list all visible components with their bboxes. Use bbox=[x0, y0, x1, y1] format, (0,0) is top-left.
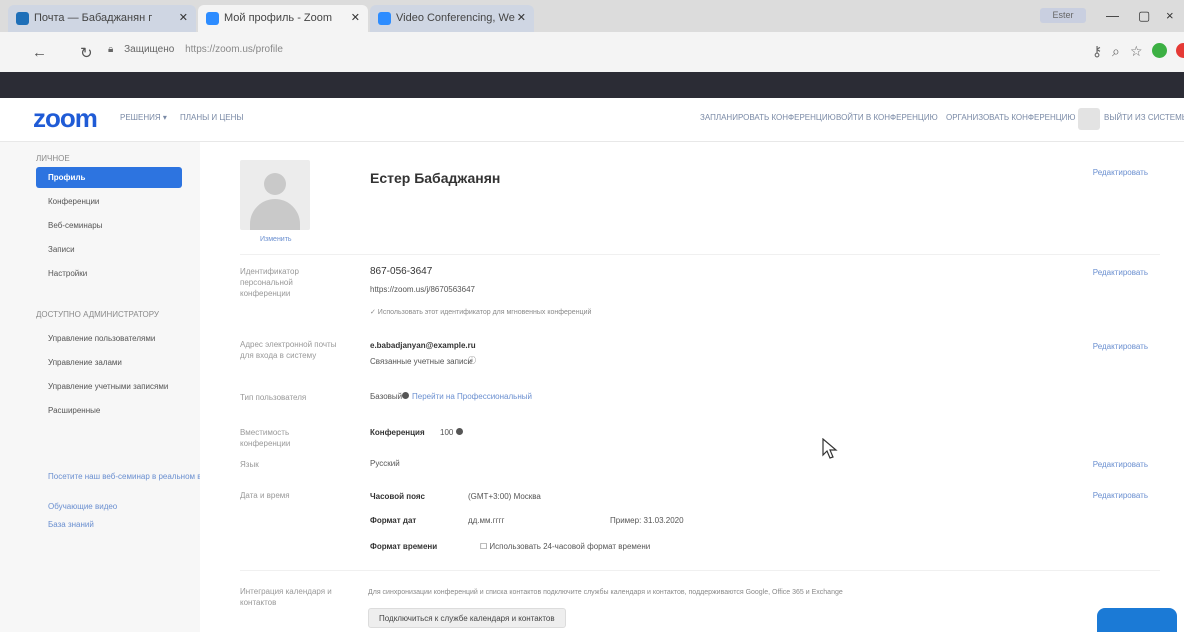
capacity-value: 100 bbox=[440, 428, 454, 437]
user-type-value: Базовый bbox=[370, 392, 403, 401]
date-format-label: Формат дат bbox=[370, 516, 417, 525]
pmi-url: https://zoom.us/j/8670563647 bbox=[370, 285, 475, 294]
nav-host-meeting[interactable]: ОРГАНИЗОВАТЬ КОНФЕРЕНЦИЮ ▾ bbox=[946, 113, 1082, 122]
profile-photo[interactable] bbox=[240, 160, 310, 230]
edit-pmi-link[interactable]: Редактировать bbox=[1093, 268, 1148, 277]
browser-tab-profile[interactable]: Мой профиль - Zoom ✕ bbox=[198, 5, 368, 32]
timezone-value: (GMT+3:00) Москва bbox=[468, 492, 541, 501]
divider bbox=[240, 570, 1160, 571]
timezone-label: Часовой пояс bbox=[370, 492, 425, 501]
close-tab-icon[interactable]: ✕ bbox=[179, 5, 188, 32]
pmi-value: 867-056-3647 bbox=[370, 266, 433, 277]
tab-title: Почта — Бабаджанян г bbox=[34, 12, 153, 24]
sidebar-item-advanced[interactable]: Расширенные bbox=[36, 400, 182, 421]
info-icon[interactable]: ⓘ bbox=[468, 355, 476, 366]
sidebar-section-personal: ЛИЧНОЕ bbox=[36, 154, 70, 163]
sidebar-item-meetings[interactable]: Конференции bbox=[36, 191, 182, 212]
nav-plans[interactable]: ПЛАНЫ И ЦЕНЫ bbox=[180, 113, 244, 122]
secure-label: Защищено bbox=[124, 44, 175, 55]
sidebar-link-knowledge-base[interactable]: База знаний bbox=[48, 520, 94, 529]
minimize-icon[interactable]: — bbox=[1106, 8, 1119, 23]
language-label: Язык bbox=[240, 460, 259, 469]
zoom-logo[interactable]: zoom bbox=[33, 103, 98, 134]
avatar-head-shape bbox=[264, 173, 286, 195]
sidebar-section-admin: ДОСТУПНО АДМИНИСТРАТОРУ bbox=[36, 310, 159, 319]
help-icon[interactable] bbox=[456, 428, 463, 435]
help-icon[interactable] bbox=[402, 392, 409, 399]
nav-join-meeting[interactable]: ВОЙТИ В КОНФЕРЕНЦИЮ bbox=[836, 113, 938, 122]
edit-name-link[interactable]: Редактировать bbox=[1093, 168, 1148, 177]
date-format-value: дд.мм.гггг bbox=[468, 516, 505, 525]
connect-calendar-button[interactable]: Подключиться к службе календаря и контак… bbox=[368, 608, 566, 628]
language-value: Русский bbox=[370, 459, 400, 468]
email-value: e.babadjanyan@example.ru bbox=[370, 341, 476, 350]
sidebar-item-room-management[interactable]: Управление залами bbox=[36, 352, 182, 373]
overlay-badge bbox=[1097, 608, 1177, 632]
url-text: https://zoom.us/profile bbox=[185, 44, 283, 55]
nav-schedule-meeting[interactable]: ЗАПЛАНИРОВАТЬ КОНФЕРЕНЦИЮ bbox=[700, 113, 836, 122]
time-format-label: Формат времени bbox=[370, 542, 438, 551]
divider bbox=[240, 254, 1160, 255]
extension-icon[interactable] bbox=[1152, 43, 1167, 58]
sidebar-item-user-management[interactable]: Управление пользователями bbox=[36, 328, 182, 349]
tab-title: Мой профиль - Zoom bbox=[224, 12, 333, 24]
mail-icon bbox=[16, 12, 29, 25]
extension-icon-red[interactable] bbox=[1176, 43, 1184, 58]
integration-text: Для синхронизации конференций и списка к… bbox=[368, 589, 843, 596]
email-label: Адрес электронной почты для входа в сист… bbox=[240, 340, 337, 360]
time-format-checkbox[interactable]: ☐ Использовать 24-часовой формат времени bbox=[480, 542, 650, 551]
star-icon[interactable]: ☆ bbox=[1130, 43, 1143, 60]
maximize-icon[interactable]: ▢ bbox=[1138, 8, 1150, 24]
capacity-label: Вместимость конференции bbox=[240, 428, 291, 448]
sidebar-item-account-management[interactable]: Управление учетными записями bbox=[36, 376, 182, 397]
change-photo-link[interactable]: Изменить bbox=[260, 236, 292, 243]
email-linked-accounts: Связанные учетные записи bbox=[370, 357, 472, 366]
close-tab-icon[interactable]: ✕ bbox=[517, 5, 526, 32]
mouse-cursor-icon bbox=[822, 438, 838, 459]
pmi-note[interactable]: ✓ Использовать этот идентификатор для мг… bbox=[370, 308, 591, 316]
edit-email-link[interactable]: Редактировать bbox=[1093, 342, 1148, 351]
url-field[interactable]: 🔒︎ Защищено https://zoom.us/profile bbox=[108, 44, 283, 55]
nav-solutions[interactable]: РЕШЕНИЯ ▾ bbox=[120, 113, 167, 122]
browser-tab-video[interactable]: Video Conferencing, We ✕ bbox=[370, 5, 534, 32]
sidebar: ЛИЧНОЕ Профиль Конференции Веб-семинары … bbox=[0, 142, 229, 632]
close-tab-icon[interactable]: ✕ bbox=[351, 5, 360, 32]
bookmarks-bar bbox=[0, 72, 1184, 98]
search-icon[interactable]: ⌕ bbox=[1112, 43, 1120, 60]
avatar-body-shape bbox=[250, 199, 300, 230]
integration-label: Интеграция календаря и контактов bbox=[240, 587, 332, 607]
browser-profile-button[interactable]: Ester bbox=[1040, 8, 1086, 23]
zoom-icon bbox=[378, 12, 391, 25]
site-header: zoom РЕШЕНИЯ ▾ ПЛАНЫ И ЦЕНЫ ЗАПЛАНИРОВАТ… bbox=[0, 98, 1184, 142]
zoom-icon bbox=[206, 12, 219, 25]
profile-panel: Изменить Естер Бабаджанян Редактировать … bbox=[200, 142, 1184, 632]
browser-tab-mail[interactable]: Почта — Бабаджанян г ✕ bbox=[8, 5, 196, 32]
pmi-label: Идентификатор персональной конференции bbox=[240, 267, 299, 298]
upgrade-link[interactable]: Перейти на Профессиональный bbox=[412, 392, 532, 401]
edit-datetime-link[interactable]: Редактировать bbox=[1093, 491, 1148, 500]
back-arrow-icon[interactable]: ← bbox=[32, 44, 47, 61]
sidebar-item-profile[interactable]: Профиль bbox=[36, 167, 182, 188]
profile-name: Естер Бабаджанян bbox=[370, 170, 501, 186]
edit-language-link[interactable]: Редактировать bbox=[1093, 460, 1148, 469]
browser-tab-strip: Почта — Бабаджанян г ✕ Мой профиль - Zoo… bbox=[0, 0, 1184, 32]
address-bar: ← ↻ 🔒︎ Защищено https://zoom.us/profile … bbox=[0, 32, 1184, 72]
tab-title: Video Conferencing, We bbox=[396, 12, 515, 24]
date-format-example: Пример: 31.03.2020 bbox=[610, 516, 684, 525]
sign-out-link[interactable]: ВЫЙТИ ИЗ СИСТЕМЫ bbox=[1104, 113, 1184, 122]
reload-icon[interactable]: ↻ bbox=[80, 44, 93, 62]
key-icon[interactable]: ⚷ bbox=[1092, 43, 1102, 60]
sidebar-item-recordings[interactable]: Записи bbox=[36, 239, 182, 260]
sidebar-item-webinars[interactable]: Веб-семинары bbox=[36, 215, 182, 236]
sidebar-item-settings[interactable]: Настройки bbox=[36, 263, 182, 284]
lock-icon: 🔒︎ bbox=[108, 44, 114, 55]
sidebar-link-training-videos[interactable]: Обучающие видео bbox=[48, 502, 117, 511]
capacity-name: Конференция bbox=[370, 428, 425, 437]
close-window-icon[interactable]: × bbox=[1166, 8, 1174, 23]
user-type-label: Тип пользователя bbox=[240, 393, 307, 402]
avatar[interactable] bbox=[1078, 108, 1100, 130]
datetime-label: Дата и время bbox=[240, 491, 290, 500]
